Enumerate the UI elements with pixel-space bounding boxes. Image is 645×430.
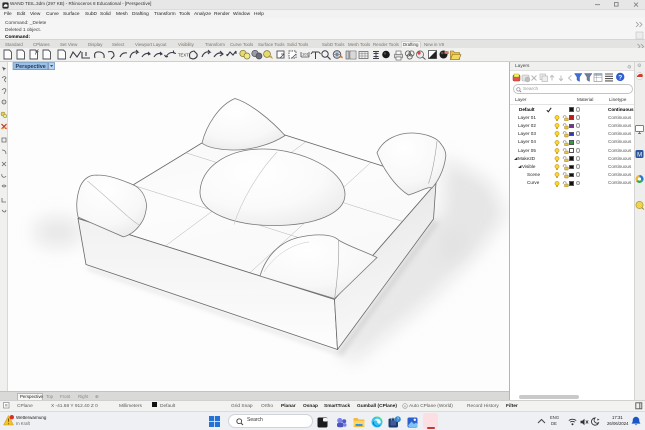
svg-text:?: ?: [618, 74, 622, 81]
svg-text:101: 101: [302, 52, 309, 57]
svg-text:RT: RT: [445, 51, 449, 55]
svg-text:⚙: ⚙: [637, 63, 642, 69]
svg-text:M: M: [637, 152, 642, 158]
svg-text:TEXT: TEXT: [178, 53, 189, 58]
svg-text:Perspective: Perspective: [16, 64, 46, 70]
